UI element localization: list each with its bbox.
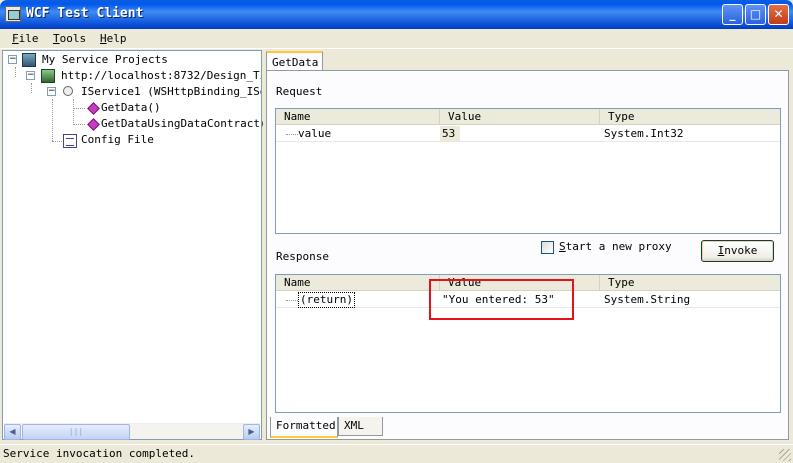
- tree-line: [73, 108, 85, 109]
- tab-xml-label: XML: [344, 419, 364, 432]
- highlight-annotation: [429, 279, 574, 320]
- request-grid[interactable]: Name Value Type value 53 System.Int32: [275, 108, 781, 234]
- close-button[interactable]: ✕: [768, 4, 789, 25]
- menu-help-label: Help: [100, 32, 127, 45]
- scroll-left-icon[interactable]: ◀: [4, 424, 21, 440]
- tree-line: [286, 300, 298, 301]
- minimize-button[interactable]: _: [722, 4, 743, 25]
- tree-service[interactable]: IService1 (WSHttpBinding_IServ: [81, 84, 261, 100]
- request-param-name: value: [298, 127, 332, 140]
- response-return-type: System.String: [604, 293, 691, 306]
- operation-icon: [87, 102, 100, 115]
- title-bar: WCF Test Client _ □ ✕: [0, 0, 793, 29]
- scroll-thumb[interactable]: |||: [22, 424, 130, 440]
- interface-icon: [63, 86, 73, 96]
- collapse-toggle[interactable]: −: [26, 71, 35, 80]
- tab-formatted[interactable]: Formatted: [270, 417, 338, 438]
- menu-file-label: File: [12, 32, 39, 45]
- tree-operation-getdata[interactable]: GetData(): [101, 100, 161, 116]
- request-param-value[interactable]: 53: [440, 126, 460, 142]
- tree-line: [31, 83, 32, 93]
- invoke-button[interactable]: Invoke: [701, 240, 774, 262]
- tree-line: [52, 99, 53, 141]
- menu-help[interactable]: Help: [100, 32, 127, 45]
- projects-icon: [22, 53, 36, 67]
- operation-tabs: GetData: [266, 51, 791, 71]
- tree-endpoint[interactable]: http://localhost:8732/Design_Time: [61, 68, 261, 84]
- tab-getdata[interactable]: GetData: [266, 51, 323, 71]
- endpoint-icon: [41, 69, 55, 83]
- config-file-icon: [63, 134, 77, 148]
- response-label: Response: [276, 250, 329, 263]
- tab-formatted-label: Formatted: [276, 419, 336, 432]
- window-title: WCF Test Client: [26, 6, 144, 21]
- request-label: Request: [276, 85, 323, 98]
- menu-tools-label: Tools: [53, 32, 87, 45]
- tab-xml[interactable]: XML: [338, 417, 383, 436]
- tree-root[interactable]: My Service Projects: [42, 52, 168, 68]
- response-return-name: (return): [298, 292, 355, 308]
- column-header-value[interactable]: Value: [440, 109, 600, 125]
- app-icon[interactable]: [5, 6, 21, 22]
- operation-icon: [87, 118, 100, 131]
- resize-grip-icon[interactable]: [779, 449, 791, 461]
- tree-line: [15, 67, 16, 77]
- table-row[interactable]: value 53 System.Int32: [276, 126, 780, 142]
- start-new-proxy-checkbox[interactable]: [541, 241, 554, 254]
- tree-operation-getdatausingdatacontract[interactable]: GetDataUsingDataContract(): [101, 116, 273, 132]
- maximize-button[interactable]: □: [745, 4, 766, 25]
- tree-line: [73, 124, 85, 125]
- collapse-toggle[interactable]: −: [47, 87, 56, 96]
- request-param-type: System.Int32: [604, 127, 684, 140]
- column-header-name[interactable]: Name: [276, 275, 440, 291]
- start-new-proxy-label: Start a new proxy: [559, 240, 672, 253]
- status-bar: Service invocation completed.: [0, 444, 793, 463]
- tree-config-file[interactable]: Config File: [81, 132, 154, 148]
- tree-line: [73, 99, 74, 125]
- collapse-toggle[interactable]: −: [8, 55, 17, 64]
- menu-file[interactable]: File: [12, 32, 39, 45]
- column-header-type[interactable]: Type: [600, 275, 780, 291]
- column-header-type[interactable]: Type: [600, 109, 780, 125]
- tab-getdata-label: GetData: [272, 56, 319, 69]
- menu-bar: File Tools Help: [0, 29, 793, 49]
- horizontal-scrollbar[interactable]: ◀ ||| ▶: [4, 423, 260, 440]
- status-text: Service invocation completed.: [3, 447, 196, 460]
- service-tree[interactable]: − My Service Projects − http://localhost…: [2, 50, 273, 440]
- request-grid-header: Name Value Type: [276, 109, 780, 125]
- tree-line: [286, 134, 298, 135]
- menu-tools[interactable]: Tools: [53, 32, 86, 45]
- column-header-name[interactable]: Name: [276, 109, 440, 125]
- invoke-button-label: Invoke: [717, 244, 758, 257]
- scroll-right-icon[interactable]: ▶: [243, 424, 260, 440]
